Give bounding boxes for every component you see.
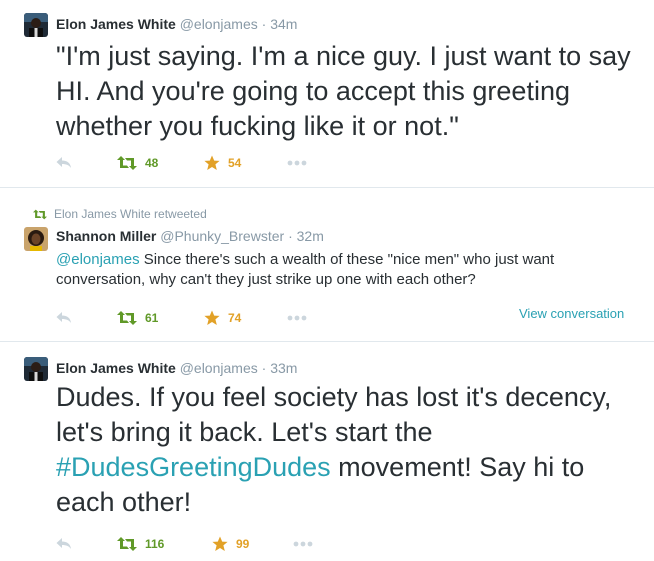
favorite-count: 74 (228, 311, 242, 325)
author-name[interactable]: Shannon Miller (56, 228, 156, 244)
tweet-text-part-1: Dudes. If you feel society has lost it's… (56, 382, 612, 447)
author-handle[interactable]: @Phunky_Brewster (160, 228, 284, 244)
tweet-text: "I'm just saying. I'm a nice guy. I just… (56, 41, 631, 141)
retweet-button[interactable]: 48 (117, 153, 158, 173)
separator: · (261, 360, 267, 376)
more-button[interactable] (287, 308, 307, 328)
favorite-button[interactable]: 99 (212, 534, 249, 554)
hashtag-link[interactable]: #DudesGreetingDudes (56, 452, 331, 482)
avatar-elon[interactable] (24, 357, 48, 381)
tweet-text: @elonjames Since there's such a wealth o… (56, 250, 616, 290)
favorite-count: 99 (236, 537, 250, 551)
tweet-header: Shannon Miller @Phunky_Brewster · 32m (56, 227, 324, 245)
retweet-button[interactable]: 61 (117, 308, 158, 328)
timestamp[interactable]: 33m (270, 360, 297, 376)
retweet-context: Elon James White retweeted (33, 207, 207, 221)
reply-button[interactable] (56, 153, 72, 173)
retweet-count: 48 (145, 156, 159, 170)
favorite-count: 54 (228, 156, 242, 170)
tweet-header: Elon James White @elonjames · 33m (56, 359, 297, 377)
tweet-header: Elon James White @elonjames · 34m (56, 15, 297, 33)
separator: · (261, 16, 267, 32)
avatar-elon[interactable] (24, 13, 48, 37)
retweet-context-icon (33, 209, 47, 219)
more-button[interactable] (287, 153, 307, 173)
tweet-2[interactable]: Elon James White retweeted Shannon Mille… (0, 188, 654, 341)
more-icon (287, 315, 307, 321)
retweet-count: 61 (145, 311, 159, 325)
tweet-3[interactable]: Elon James White @elonjames · 33m Dudes.… (0, 342, 654, 561)
retweet-icon (117, 537, 137, 551)
star-icon (212, 536, 228, 551)
tweet-1[interactable]: Elon James White @elonjames · 34m "I'm j… (0, 0, 654, 187)
more-icon (287, 160, 307, 166)
avatar-shannon[interactable] (24, 227, 48, 251)
tweet-actions: 61 74 (56, 308, 316, 328)
retweet-button[interactable]: 116 (117, 534, 164, 554)
favorite-button[interactable]: 74 (204, 308, 241, 328)
more-button[interactable] (293, 534, 313, 554)
tweet-text: Dudes. If you feel society has lost it's… (56, 380, 616, 520)
author-name[interactable]: Elon James White (56, 360, 176, 376)
retweet-icon (117, 311, 137, 325)
separator: · (288, 228, 293, 244)
author-handle[interactable]: @elonjames (180, 360, 258, 376)
author-name[interactable]: Elon James White (56, 16, 176, 32)
star-icon (204, 310, 220, 325)
mention-link[interactable]: @elonjames (56, 251, 140, 268)
author-handle[interactable]: @elonjames (180, 16, 258, 32)
reply-icon (56, 538, 71, 549)
star-icon (204, 155, 220, 170)
retweet-count: 116 (145, 537, 165, 551)
view-conversation-link[interactable]: View conversation (519, 306, 624, 321)
favorite-button[interactable]: 54 (204, 153, 241, 173)
reply-icon (56, 157, 71, 168)
tweet-actions: 116 99 (56, 534, 316, 554)
retweet-icon (117, 156, 137, 170)
retweet-context-label[interactable]: Elon James White retweeted (54, 207, 207, 221)
reply-button[interactable] (56, 308, 72, 328)
tweet-actions: 48 54 (56, 153, 316, 173)
more-icon (293, 541, 313, 547)
timestamp[interactable]: 34m (270, 16, 297, 32)
reply-icon (56, 312, 71, 323)
timestamp[interactable]: 32m (297, 228, 324, 244)
reply-button[interactable] (56, 534, 72, 554)
